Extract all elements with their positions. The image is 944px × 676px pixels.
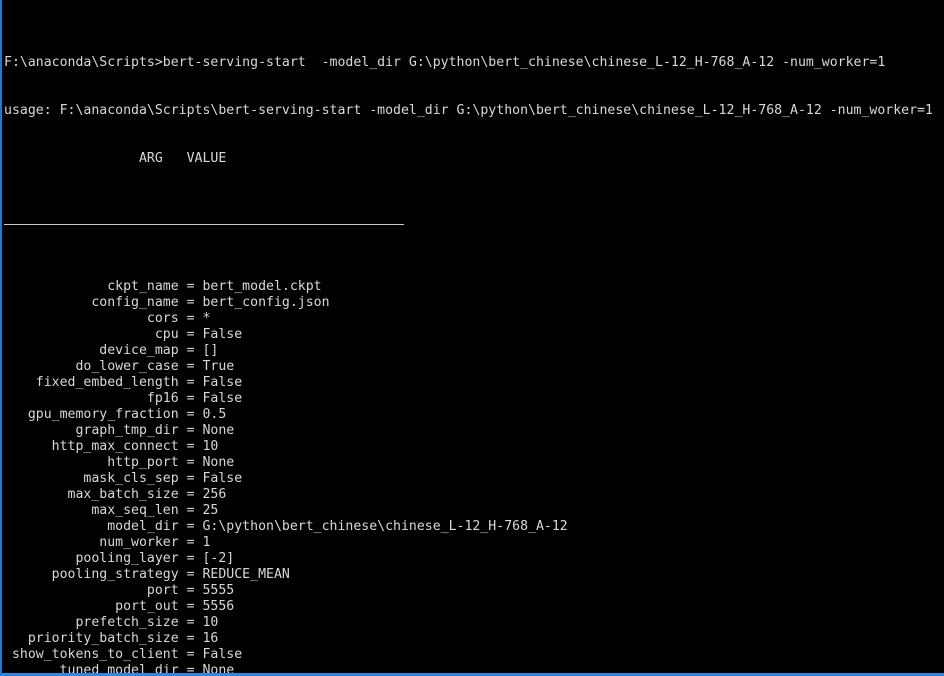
arg-row: port_out = 5556 [4, 599, 235, 614]
arg-row: graph_tmp_dir = None [4, 423, 235, 438]
arg-row: fixed_embed_length = False [4, 375, 243, 390]
arg-row: max_seq_len = 25 [4, 503, 219, 518]
table-divider [2, 215, 942, 231]
terminal-window[interactable]: F:\anaconda\Scripts>bert-serving-start -… [0, 0, 944, 676]
arg-row: config_name = bert_config.json [4, 295, 330, 310]
arg-row: http_port = None [4, 455, 235, 470]
arg-row: model_dir = G:\python\bert_chinese\chine… [4, 519, 568, 534]
command-prompt-line: F:\anaconda\Scripts>bert-serving-start -… [4, 55, 886, 70]
arg-row: num_worker = 1 [4, 535, 211, 550]
arg-row: show_tokens_to_client = False [4, 647, 243, 662]
arg-row: device_map = [] [4, 343, 219, 358]
arg-row: gpu_memory_fraction = 0.5 [4, 407, 227, 422]
arg-row: pooling_strategy = REDUCE_MEAN [4, 567, 290, 582]
arg-row: mask_cls_sep = False [4, 471, 243, 486]
arg-row: prefetch_size = 10 [4, 615, 219, 630]
arg-row: do_lower_case = True [4, 359, 235, 374]
arg-row: max_batch_size = 256 [4, 487, 227, 502]
terminal-screen: F:\anaconda\Scripts>bert-serving-start -… [2, 7, 942, 676]
arg-row: pooling_layer = [-2] [4, 551, 235, 566]
arg-row: priority_batch_size = 16 [4, 631, 219, 646]
arg-row: cors = * [4, 311, 211, 326]
arg-row: http_max_connect = 10 [4, 439, 219, 454]
usage-line: usage: F:\anaconda\Scripts\bert-serving-… [4, 103, 933, 118]
table-header-row: ARG VALUE [4, 151, 227, 166]
arg-row: cpu = False [4, 327, 243, 342]
arg-row: tuned_model_dir = None [4, 663, 235, 676]
arg-row: port = 5555 [4, 583, 235, 598]
arg-row: fp16 = False [4, 391, 243, 406]
arg-row: ckpt_name = bert_model.ckpt [4, 279, 322, 294]
arguments-table: ckpt_name = bert_model.ckpt config_name … [2, 279, 942, 676]
